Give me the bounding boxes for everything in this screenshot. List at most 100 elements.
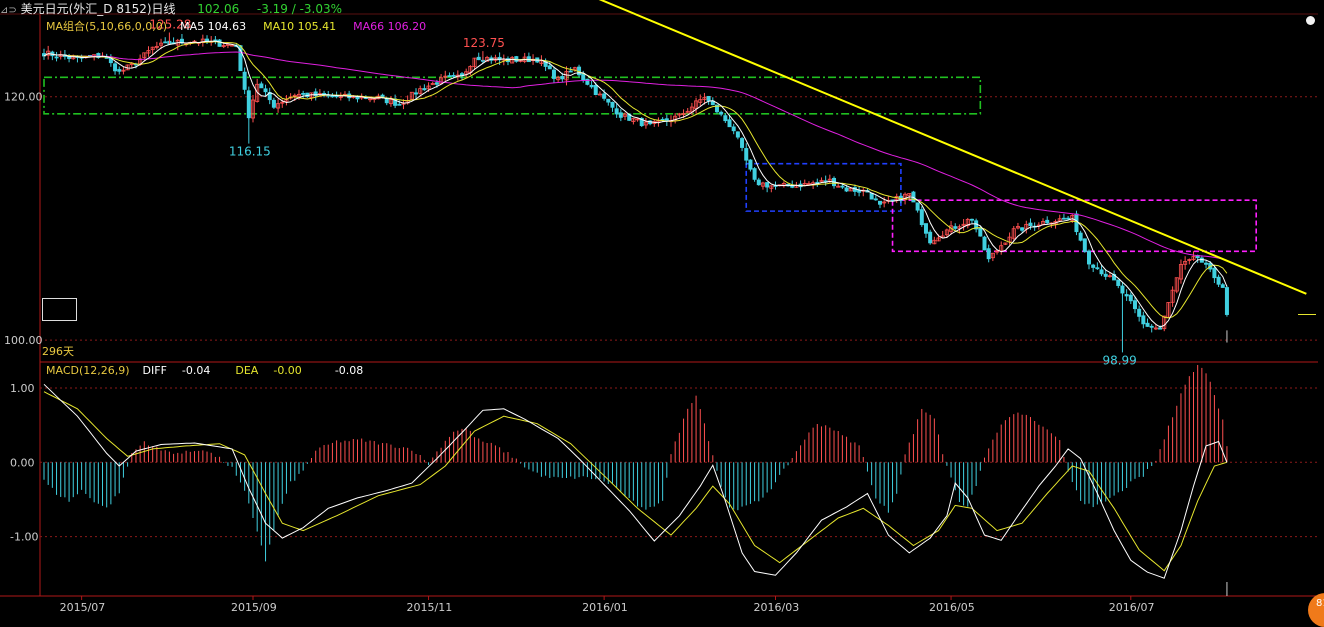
candle-body <box>752 168 757 180</box>
candle-body <box>397 103 402 106</box>
candle-body <box>1087 250 1092 265</box>
last-price: 102.06 <box>197 2 240 16</box>
candle-body <box>978 227 983 237</box>
candle-body <box>113 63 118 72</box>
ma5-legend: MA5 104.63 <box>180 20 247 33</box>
candle-body <box>1128 294 1133 302</box>
candle-body <box>1216 276 1221 285</box>
candle-body <box>330 95 335 98</box>
candle-body <box>1074 213 1079 233</box>
candle-body <box>1045 219 1050 224</box>
candle-body <box>568 70 573 73</box>
instrument-title: 美元日元(外汇_D 8152)日线 <box>20 2 176 16</box>
ma-legend-label: MA组合(5,10,66,0,0,0) <box>46 20 168 33</box>
candle-body <box>271 99 276 108</box>
candle-body <box>1132 300 1137 310</box>
candle-body <box>1061 217 1066 220</box>
candle-body <box>610 101 615 108</box>
candle-body <box>1124 294 1129 297</box>
macd-legend: MACD(12,26,9) DIFF -0.04 DEA -0.00 -0.08 <box>46 364 363 378</box>
candle-body <box>869 192 874 200</box>
candle-body <box>1204 262 1209 265</box>
candle-body <box>606 98 611 103</box>
candle-body <box>790 185 795 188</box>
candle-body <box>1149 325 1154 328</box>
candle-body <box>1028 222 1033 227</box>
candle-body <box>447 75 452 78</box>
candle-body <box>602 93 607 99</box>
trendline <box>598 0 1307 295</box>
candle-body <box>589 84 594 88</box>
ma66-line <box>43 51 1228 261</box>
price-tick-label: 120.00 <box>4 91 43 104</box>
x-tick-label: 2016/05 <box>929 601 975 614</box>
candle-body <box>476 56 481 61</box>
candle-body <box>422 88 427 91</box>
input-box[interactable] <box>42 298 77 321</box>
candle-body <box>560 76 565 80</box>
candle-body <box>451 75 456 77</box>
candle-body <box>263 88 268 93</box>
candle-body <box>723 115 728 122</box>
candle-body <box>217 39 222 47</box>
candle-body <box>969 218 974 221</box>
chart-stage: 120.00 100.00 1.00 0.00 -1.00 2015/07 2015/09 2… <box>0 0 1324 627</box>
candle-body <box>414 92 419 95</box>
stock-chart[interactable]: 120.00 100.00 1.00 0.00 -1.00 2015/07 2015/09 2… <box>0 0 1324 618</box>
box-green <box>43 76 982 115</box>
price-annotation: 98.99 <box>1102 353 1136 367</box>
ma-legend: MA组合(5,10,66,0,0,0) MA5 104.63 MA10 105.… <box>46 20 426 34</box>
candle-body <box>928 231 933 244</box>
candle-body <box>1145 322 1150 327</box>
candle-body <box>744 148 749 161</box>
dea-label: DEA <box>235 364 259 377</box>
candle-body <box>54 56 59 59</box>
macd-legend-label: MACD(12,26,9) <box>46 364 130 377</box>
price-change: -3.19 / -3.03% <box>256 2 343 16</box>
diff-label: DIFF <box>142 364 167 377</box>
candle-body <box>1137 308 1142 317</box>
macd-tick-label: 0.00 <box>10 456 35 469</box>
candle-body <box>873 198 878 201</box>
candle-body <box>1091 264 1096 268</box>
candle-body <box>735 131 740 138</box>
diff-line <box>43 383 1228 579</box>
candle-body <box>1082 238 1087 252</box>
candle-body <box>727 119 732 128</box>
candle-body <box>355 96 360 100</box>
settings-dot-icon[interactable] <box>1306 16 1315 25</box>
dea-value: -0.00 <box>273 364 302 377</box>
x-tick-label: 2015/09 <box>231 601 277 614</box>
candle-body <box>301 92 306 95</box>
price-tick-label: 100.00 <box>4 334 43 347</box>
candle-body <box>242 71 247 90</box>
x-tick-label: 2015/11 <box>407 601 453 614</box>
candle-body <box>748 159 753 170</box>
candle-body <box>1095 267 1100 270</box>
candle-body <box>163 41 168 44</box>
candle-body <box>1116 279 1121 286</box>
x-tick-label: 2015/07 <box>60 601 106 614</box>
price-annotation: 116.15 <box>229 145 271 159</box>
candle-body <box>1020 227 1025 231</box>
candle-body <box>915 202 920 211</box>
candle-body <box>844 187 849 192</box>
candle-body <box>719 111 724 115</box>
candle-body <box>878 200 883 205</box>
x-tick-label: 2016/03 <box>754 601 800 614</box>
candle-body <box>919 209 924 226</box>
menu-icon[interactable]: ⊿⊃ <box>0 5 17 16</box>
candle-body <box>614 108 619 115</box>
candle-body <box>547 65 552 70</box>
x-tick-label: 2016/01 <box>582 601 628 614</box>
dea-line <box>43 391 1228 572</box>
candle-body <box>1220 284 1225 288</box>
candle-body <box>1103 273 1108 277</box>
ma5-line <box>43 40 1228 328</box>
macd-tick-label: 1.00 <box>10 382 35 395</box>
days-label: 296天 <box>42 345 74 358</box>
candle-body <box>1099 269 1104 275</box>
candle-body <box>731 126 736 132</box>
price-annotation: 123.75 <box>463 36 505 50</box>
ma10-legend: MA10 105.41 <box>263 20 337 33</box>
